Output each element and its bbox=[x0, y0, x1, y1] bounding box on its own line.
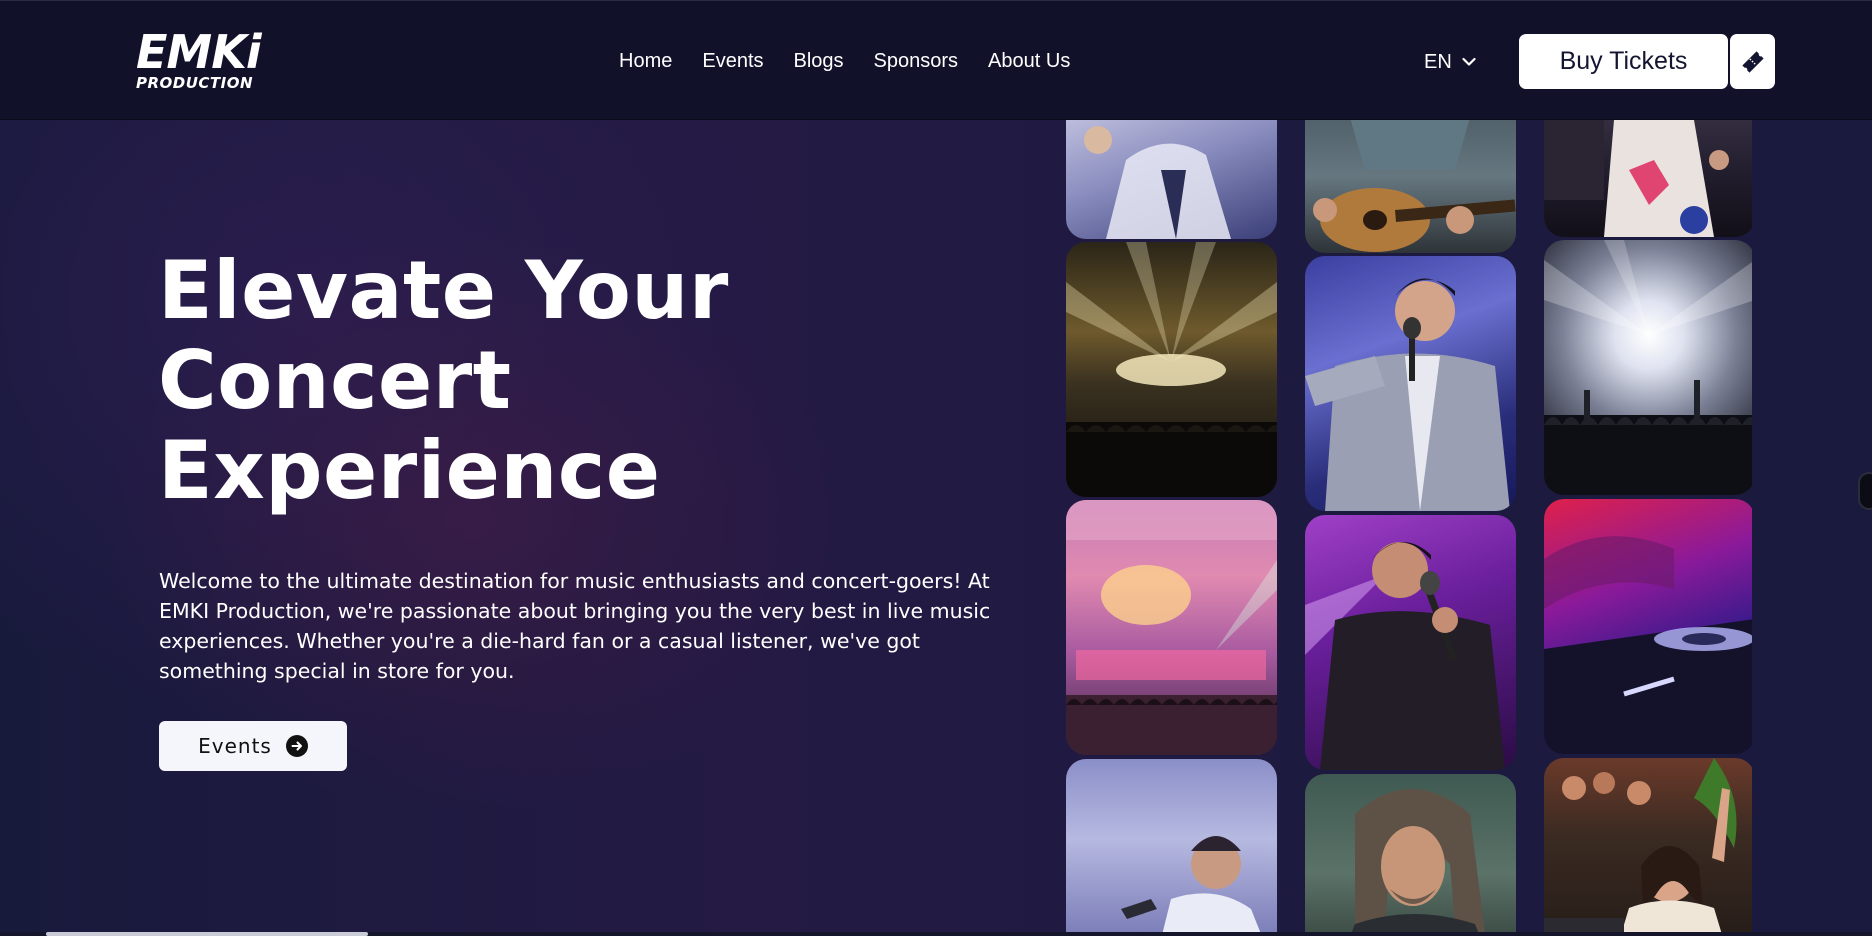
nav-sponsors[interactable]: Sponsors bbox=[874, 49, 959, 73]
logo-subtitle: PRODUCTION bbox=[136, 74, 254, 92]
theater-stage-photo bbox=[1066, 500, 1277, 755]
hero-title-line-3: Experience bbox=[158, 424, 661, 517]
nav-events[interactable]: Events bbox=[702, 49, 763, 73]
singer-purple-light-photo bbox=[1305, 515, 1516, 770]
nav-home[interactable]: Home bbox=[619, 49, 672, 73]
chevron-down-icon bbox=[1462, 57, 1476, 66]
hero-title: Elevate Your Concert Experience bbox=[158, 246, 918, 516]
language-label: EN bbox=[1424, 51, 1452, 73]
party-crowd-woman-photo bbox=[1544, 758, 1752, 936]
ticket-button[interactable] bbox=[1730, 34, 1775, 89]
ticket-icon bbox=[1741, 50, 1764, 73]
horizontal-scrollbar-thumb[interactable] bbox=[46, 932, 368, 936]
brand-logo[interactable]: EMKi PRODUCTION bbox=[136, 29, 286, 95]
site-header: EMKi PRODUCTION Home Events Blogs Sponso… bbox=[0, 0, 1872, 120]
logo-wordmark: EMKi bbox=[136, 25, 262, 79]
floating-scroll-handle[interactable] bbox=[1858, 472, 1872, 510]
dj-turntable-red-photo bbox=[1544, 499, 1752, 754]
guitarist-photo bbox=[1305, 120, 1516, 253]
long-hair-man-photo bbox=[1305, 774, 1516, 936]
nav-blogs[interactable]: Blogs bbox=[794, 49, 844, 73]
hero-description: Welcome to the ultimate destination for … bbox=[159, 569, 991, 683]
concert-stage-lights-photo bbox=[1066, 242, 1277, 497]
singer-grey-suit-photo bbox=[1305, 256, 1516, 511]
language-selector[interactable]: EN bbox=[1424, 50, 1476, 74]
dj-booth-photo bbox=[1544, 120, 1752, 237]
hero-title-line-2: Concert bbox=[158, 334, 512, 427]
nav-about-us[interactable]: About Us bbox=[988, 49, 1070, 73]
concert-gallery bbox=[1066, 120, 1752, 936]
crowd-confetti-photo bbox=[1544, 240, 1752, 495]
singer-white-jacket-photo bbox=[1066, 120, 1277, 239]
main-nav: Home Events Blogs Sponsors About Us bbox=[619, 49, 1100, 73]
events-button-label: Events bbox=[198, 734, 272, 758]
events-button[interactable]: Events bbox=[159, 721, 347, 771]
singer-praying-photo bbox=[1066, 759, 1277, 936]
hero-title-line-1: Elevate Your bbox=[158, 244, 729, 337]
buy-tickets-button[interactable]: Buy Tickets bbox=[1519, 34, 1728, 89]
arrow-right-circle-icon bbox=[285, 735, 308, 757]
